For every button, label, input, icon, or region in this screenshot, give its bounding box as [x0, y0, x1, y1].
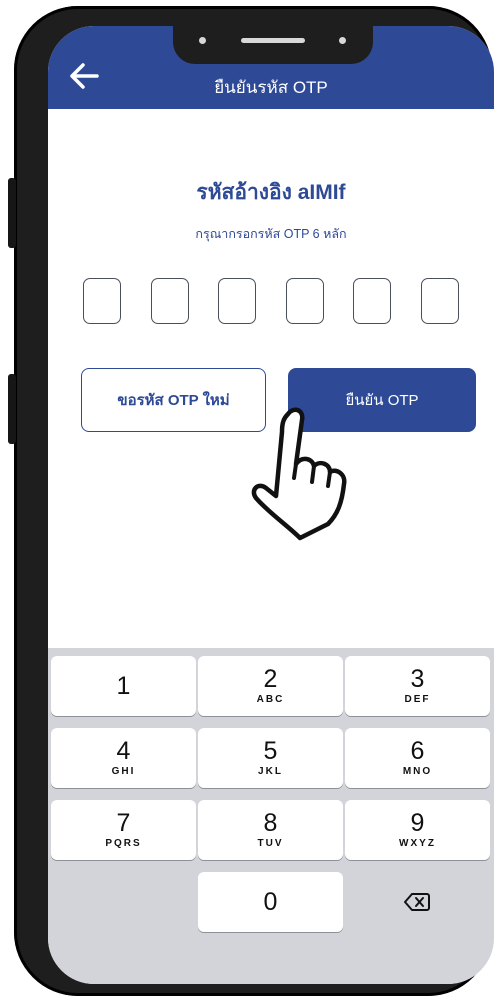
key-letters: PQRS: [105, 838, 142, 849]
otp-instruction: กรุณากรอกรหัส OTP 6 หลัก: [195, 227, 347, 241]
camera-dot: [199, 37, 206, 44]
backspace-key[interactable]: [344, 872, 489, 932]
key-digit: 3: [410, 665, 425, 693]
key-letters: DEF: [404, 694, 431, 705]
reference-code-label: รหัสอ้างอิง aIMIf: [196, 181, 346, 204]
key-digit: 4: [116, 737, 131, 765]
otp-digit-box[interactable]: [218, 278, 256, 324]
otp-digit-box[interactable]: [353, 278, 391, 324]
phone-notch: [173, 26, 373, 64]
key-7[interactable]: 7 PQRS: [51, 800, 196, 860]
key-6[interactable]: 6 MNO: [345, 728, 490, 788]
key-letters: TUV: [257, 838, 284, 849]
key-digit: 5: [263, 737, 278, 765]
otp-digit-box[interactable]: [420, 278, 459, 324]
key-letters: ABC: [256, 694, 285, 705]
key-letters: MNO: [402, 766, 433, 777]
phone-side-button: [8, 178, 16, 248]
pointing-hand-icon: [251, 407, 347, 541]
key-1[interactable]: 1: [51, 656, 196, 716]
otp-digit-box[interactable]: [150, 278, 189, 324]
key-digit: 1: [116, 671, 131, 700]
key-2[interactable]: 2 ABC: [198, 656, 343, 716]
key-digit: 2: [263, 665, 278, 693]
key-letters: GHI: [111, 766, 136, 777]
key-letters: JKL: [258, 766, 283, 777]
resend-otp-button[interactable]: ขอรหัส OTP ใหม่: [81, 368, 266, 432]
page-title: ยืนยันรหัส OTP: [214, 78, 328, 97]
phone-side-button: [8, 374, 16, 444]
speaker-grille: [241, 38, 305, 43]
key-8[interactable]: 8 TUV: [198, 800, 343, 860]
otp-digit-box[interactable]: [285, 278, 324, 324]
key-digit: 9: [410, 809, 425, 837]
key-4[interactable]: 4 GHI: [51, 728, 196, 788]
key-9[interactable]: 9 WXYZ: [345, 800, 490, 860]
phone-screen: ยืนยันรหัส OTP รหัสอ้างอิง aIMIf กรุณากร…: [48, 26, 494, 984]
key-digit: 0: [263, 887, 278, 916]
backspace-icon: [403, 893, 430, 911]
key-letters: WXYZ: [399, 838, 436, 849]
key-3[interactable]: 3 DEF: [345, 656, 490, 716]
key-digit: 7: [116, 809, 131, 837]
key-0[interactable]: 0: [198, 872, 343, 932]
otp-digit-box[interactable]: [83, 278, 121, 324]
key-digit: 8: [263, 809, 278, 837]
numeric-keypad: 1 2 ABC 3 DEF 4 GHI 5 JKL 6 MNO 7 PQRS 8 TUV 9 WXYZ 0: [48, 648, 494, 984]
key-digit: 6: [410, 737, 425, 765]
key-5[interactable]: 5 JKL: [198, 728, 343, 788]
sensor-dot: [339, 37, 346, 44]
